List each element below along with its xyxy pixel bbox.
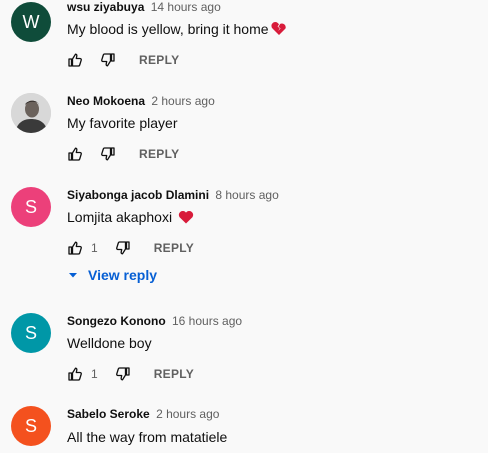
avatar-letter: W bbox=[22, 11, 40, 32]
reply-button[interactable]: REPLY bbox=[139, 53, 179, 67]
comment-author[interactable]: Sabelo Seroke bbox=[67, 407, 150, 421]
comment-text: Lomjita akaphoxi bbox=[67, 207, 194, 227]
dislike-icon[interactable] bbox=[100, 52, 116, 68]
reply-button[interactable]: REPLY bbox=[154, 241, 194, 255]
comment-time[interactable]: 14 hours ago bbox=[151, 0, 221, 14]
comment-actions: REPLY bbox=[67, 144, 179, 164]
broken-heart-icon bbox=[270, 22, 286, 35]
dislike-icon[interactable] bbox=[115, 240, 131, 256]
comment-header: Sabelo Seroke 2 hours ago bbox=[67, 406, 219, 422]
comment-header: Songezo Konono 16 hours ago bbox=[67, 313, 242, 329]
comment-time[interactable]: 8 hours ago bbox=[215, 188, 278, 202]
comment-time[interactable]: 2 hours ago bbox=[151, 94, 214, 108]
comment-time[interactable]: 2 hours ago bbox=[156, 407, 219, 421]
comment-header: Siyabonga jacob Dlamini 8 hours ago bbox=[67, 187, 279, 203]
comment-text: My favorite player bbox=[67, 115, 178, 131]
comment-author[interactable]: Songezo Konono bbox=[67, 314, 166, 328]
like-icon[interactable] bbox=[67, 146, 83, 162]
comment-actions: 1 REPLY bbox=[67, 364, 194, 384]
comment-author[interactable]: Neo Mokoena bbox=[67, 94, 145, 108]
avatar-letter: S bbox=[24, 415, 37, 436]
comment-header: Neo Mokoena 2 hours ago bbox=[67, 93, 215, 109]
avatar[interactable] bbox=[11, 93, 51, 133]
comment-text: All the way from matatiele bbox=[67, 429, 228, 445]
avatar-letter: S bbox=[24, 196, 37, 217]
comment-author[interactable]: Siyabonga jacob Dlamini bbox=[67, 188, 209, 202]
comment-text: Welldone boy bbox=[67, 335, 152, 351]
reply-button[interactable]: REPLY bbox=[139, 147, 179, 161]
dislike-icon[interactable] bbox=[115, 366, 131, 382]
like-icon[interactable] bbox=[67, 366, 83, 382]
like-icon[interactable] bbox=[67, 240, 83, 256]
comment-text-content: Lomjita akaphoxi bbox=[67, 209, 173, 225]
avatar[interactable]: W bbox=[11, 2, 51, 42]
like-count: 1 bbox=[91, 367, 98, 381]
comment-actions: 1 REPLY bbox=[67, 238, 194, 258]
avatar[interactable]: S bbox=[11, 406, 51, 446]
comment-text: My blood is yellow, bring it home bbox=[67, 19, 287, 39]
caret-down-icon bbox=[69, 273, 77, 278]
comment-author[interactable]: wsu ziyabuya bbox=[67, 0, 144, 14]
comment-header: wsu ziyabuya 14 hours ago bbox=[67, 0, 221, 15]
comment-actions: REPLY bbox=[67, 50, 179, 70]
avatar-letter: S bbox=[24, 322, 37, 343]
avatar[interactable]: S bbox=[11, 313, 51, 353]
view-reply-button[interactable]: View reply bbox=[67, 265, 157, 285]
like-count: 1 bbox=[91, 241, 98, 255]
comment-time[interactable]: 16 hours ago bbox=[172, 314, 242, 328]
reply-button[interactable]: REPLY bbox=[154, 367, 194, 381]
red-heart-icon bbox=[178, 210, 194, 224]
person-photo-icon bbox=[11, 93, 51, 133]
comment-text-content: My blood is yellow, bring it home bbox=[67, 21, 269, 37]
view-reply-label: View reply bbox=[88, 267, 158, 283]
like-icon[interactable] bbox=[67, 52, 83, 68]
dislike-icon[interactable] bbox=[100, 146, 116, 162]
avatar[interactable]: S bbox=[11, 187, 51, 227]
